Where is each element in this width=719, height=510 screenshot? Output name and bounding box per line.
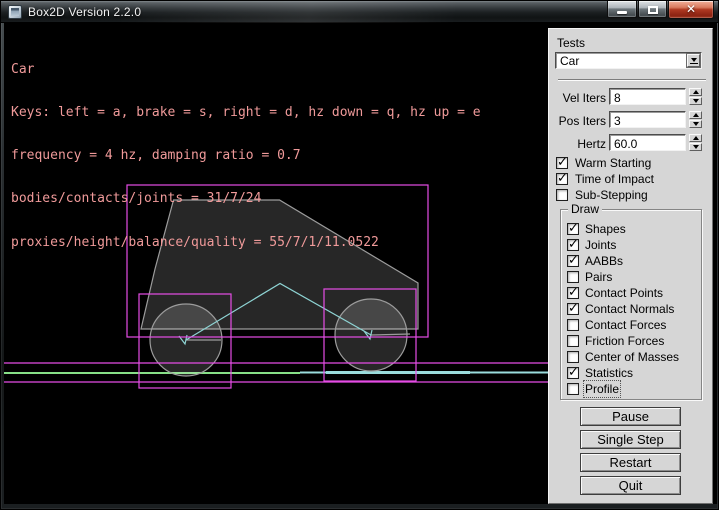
checkbox-contact-points-label[interactable]: Contact Points — [585, 286, 663, 300]
arrow-down-icon — [693, 122, 699, 126]
simulation-canvas[interactable]: Car Keys: left = a, brake = s, right = d… — [4, 23, 548, 504]
control-panel: Tests Car Vel Iters 8 Pos Iters — [548, 28, 713, 504]
app-window: Box2D Version 2.2.0 ✕ — [0, 0, 719, 510]
checkbox-sub-stepping[interactable] — [556, 189, 568, 201]
pos-iters-spin-up-button[interactable] — [689, 111, 702, 119]
pos-iters-spinner — [689, 111, 702, 128]
app-icon-pane — [11, 8, 19, 16]
checkbox-center-of-masses-label[interactable]: Center of Masses — [585, 350, 679, 364]
tests-dropdown-arrow-button[interactable] — [687, 54, 700, 67]
tests-label: Tests — [557, 36, 585, 50]
pos-iters-input[interactable]: 3 — [609, 111, 686, 128]
chevron-underline — [690, 63, 698, 64]
checkbox-warm-starting-label[interactable]: Warm Starting — [575, 156, 651, 170]
draw-group: Draw Shapes Joints AABBs Pairs Contact P… — [560, 209, 702, 400]
vel-iters-input[interactable]: 8 — [609, 88, 686, 105]
checkbox-profile[interactable] — [567, 383, 579, 395]
checkbox-pairs[interactable] — [567, 271, 579, 283]
debug-line-counts: bodies/contacts/joints = 31/7/24 — [11, 192, 481, 206]
debug-line-proxies: proxies/height/balance/quality = 55/7/1/… — [11, 236, 481, 250]
hertz-spin-down-button[interactable] — [689, 143, 702, 151]
checkbox-time-of-impact[interactable] — [556, 173, 568, 185]
content-area: Car Keys: left = a, brake = s, right = d… — [4, 23, 717, 504]
hertz-label: Hertz — [549, 137, 606, 151]
debug-line-frequency: frequency = 4 hz, damping ratio = 0.7 — [11, 149, 481, 163]
maximize-icon — [648, 6, 658, 14]
app-icon — [8, 5, 22, 19]
pos-iters-row: Pos Iters 3 — [549, 111, 712, 128]
checkbox-aabbs-label[interactable]: AABBs — [585, 254, 623, 268]
checkbox-aabbs[interactable] — [567, 255, 579, 267]
checkbox-contact-points[interactable] — [567, 287, 579, 299]
hertz-spinner — [689, 134, 702, 151]
arrow-up-icon — [693, 90, 699, 94]
arrow-up-icon — [693, 136, 699, 140]
single-step-button[interactable]: Single Step — [580, 430, 681, 449]
vel-iters-spin-up-button[interactable] — [689, 88, 702, 96]
debug-line-keys: Keys: left = a, brake = s, right = d, hz… — [11, 106, 481, 120]
pos-iters-spin-down-button[interactable] — [689, 120, 702, 128]
checkbox-joints[interactable] — [567, 239, 579, 251]
separator-line — [558, 79, 706, 81]
close-button[interactable]: ✕ — [668, 1, 714, 19]
checkbox-friction-forces[interactable] — [567, 335, 579, 347]
hertz-spin-up-button[interactable] — [689, 134, 702, 142]
arrow-down-icon — [693, 99, 699, 103]
pos-iters-label: Pos Iters — [549, 114, 606, 128]
titlebar[interactable]: Box2D Version 2.2.0 ✕ — [1, 1, 719, 23]
chevron-down-icon — [691, 58, 697, 62]
window-title: Box2D Version 2.2.0 — [28, 5, 141, 19]
minimize-button[interactable] — [607, 1, 637, 18]
tests-dropdown-value: Car — [560, 54, 579, 68]
checkbox-friction-forces-label[interactable]: Friction Forces — [585, 334, 664, 348]
vel-iters-label: Vel Iters — [549, 91, 606, 105]
maximize-button[interactable] — [638, 1, 667, 18]
checkbox-shapes-label[interactable]: Shapes — [585, 222, 626, 236]
arrow-up-icon — [693, 113, 699, 117]
checkbox-contact-normals[interactable] — [567, 303, 579, 315]
draw-group-title: Draw — [568, 202, 602, 216]
close-icon: ✕ — [686, 2, 696, 16]
checkbox-contact-normals-label[interactable]: Contact Normals — [585, 302, 674, 316]
checkbox-contact-forces-label[interactable]: Contact Forces — [585, 318, 666, 332]
restart-button[interactable]: Restart — [580, 453, 681, 472]
checkbox-contact-forces[interactable] — [567, 319, 579, 331]
checkbox-profile-label[interactable]: Profile — [585, 382, 619, 396]
checkbox-statistics[interactable] — [567, 367, 579, 379]
checkbox-shapes[interactable] — [567, 223, 579, 235]
tests-dropdown[interactable]: Car — [555, 52, 702, 69]
vel-iters-spin-down-button[interactable] — [689, 97, 702, 105]
vel-iters-row: Vel Iters 8 — [549, 88, 712, 105]
minimize-icon — [617, 11, 627, 14]
checkbox-joints-label[interactable]: Joints — [585, 238, 616, 252]
hertz-input[interactable]: 60.0 — [609, 134, 686, 151]
checkbox-time-of-impact-label[interactable]: Time of Impact — [575, 172, 654, 186]
quit-button[interactable]: Quit — [580, 476, 681, 495]
debug-text-overlay: Car Keys: left = a, brake = s, right = d… — [11, 34, 481, 279]
checkbox-warm-starting[interactable] — [556, 157, 568, 169]
caption-buttons: ✕ — [607, 1, 714, 19]
debug-line-title: Car — [11, 63, 481, 77]
pause-button[interactable]: Pause — [580, 407, 681, 426]
checkbox-sub-stepping-label[interactable]: Sub-Stepping — [575, 188, 648, 202]
checkbox-center-of-masses[interactable] — [567, 351, 579, 363]
vel-iters-spinner — [689, 88, 702, 105]
arrow-down-icon — [693, 145, 699, 149]
checkbox-statistics-label[interactable]: Statistics — [585, 366, 633, 380]
hertz-row: Hertz 60.0 — [549, 134, 712, 151]
checkbox-pairs-label[interactable]: Pairs — [585, 270, 612, 284]
